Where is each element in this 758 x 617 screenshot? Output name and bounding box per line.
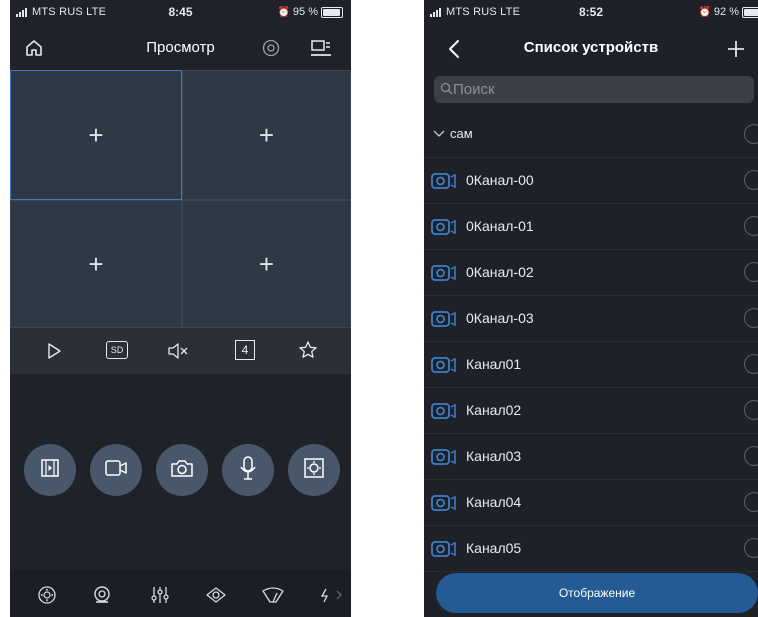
device-row[interactable]: 0Канал-02 <box>424 250 758 296</box>
more-icon[interactable] <box>316 583 346 607</box>
add-channel-label: + <box>88 120 104 150</box>
live-view-screen: MTS RUS LTE 8:45 ⏰ 95 % Просмотр + + + +… <box>10 0 351 617</box>
device-name: Канал04 <box>466 494 522 510</box>
device-list-icon[interactable] <box>308 36 334 60</box>
battery-icon <box>321 6 343 18</box>
microphone-icon <box>237 455 259 486</box>
video-cell[interactable]: + <box>182 70 351 200</box>
sd-quality-icon[interactable]: SD <box>106 341 128 359</box>
device-name: 0Канал-01 <box>466 218 534 234</box>
alarm-icon: ⏰ <box>698 6 711 18</box>
device-name: Канал02 <box>466 402 522 418</box>
nav-bar: Список устройств <box>424 26 758 70</box>
record-icon <box>103 457 129 484</box>
device-name: Канал01 <box>466 356 522 372</box>
select-radio[interactable] <box>744 400 758 420</box>
device-name: 0Канал-03 <box>466 310 534 326</box>
camera-icon <box>431 172 457 190</box>
device-name: Канал05 <box>466 540 522 556</box>
battery-indicator: ⏰ 95 % <box>277 6 343 18</box>
playback-button[interactable] <box>24 444 76 496</box>
select-radio[interactable] <box>744 216 758 236</box>
camera-icon <box>431 310 457 328</box>
device-name: Канал03 <box>466 448 522 464</box>
select-radio[interactable] <box>744 446 758 466</box>
device-group-name: сам <box>450 126 473 141</box>
camera-icon <box>431 218 457 236</box>
zoom-icon[interactable] <box>90 583 114 607</box>
camera-icon <box>431 540 457 558</box>
battery-indicator: ⏰ 92 % <box>698 6 758 18</box>
adjust-icon[interactable] <box>148 583 172 607</box>
device-row[interactable]: Канал04 <box>424 480 758 526</box>
alarm-icon: ⏰ <box>277 6 290 18</box>
device-row[interactable]: 0Канал-03 <box>424 296 758 342</box>
device-row[interactable]: 0Канал-00 <box>424 158 758 204</box>
mute-icon[interactable] <box>165 339 191 363</box>
device-list-screen: MTS RUS LTE 8:52 ⏰ 92 % Список устройств… <box>424 0 758 617</box>
record-settings-icon[interactable] <box>260 37 282 59</box>
battery-icon <box>742 6 758 18</box>
video-cell[interactable]: + <box>10 70 182 200</box>
device-row[interactable]: Канал02 <box>424 388 758 434</box>
status-bar: MTS RUS LTE 8:45 ⏰ 95 % <box>10 0 351 26</box>
device-row[interactable]: Канал03 <box>424 434 758 480</box>
play-icon[interactable] <box>42 339 66 363</box>
select-radio[interactable] <box>744 170 758 190</box>
wiper-icon[interactable] <box>260 583 286 607</box>
playback-toolbar: SD 4 <box>10 328 351 374</box>
battery-percent: 95 % <box>292 6 318 18</box>
record-button[interactable] <box>90 444 142 496</box>
select-radio[interactable] <box>744 354 758 374</box>
nav-bar: Просмотр <box>10 26 351 70</box>
snapshot-icon <box>169 457 195 484</box>
display-button[interactable]: Отображение <box>436 573 758 613</box>
select-radio[interactable] <box>744 538 758 558</box>
camera-icon <box>431 264 457 282</box>
device-row[interactable]: 0Канал-01 <box>424 204 758 250</box>
select-radio[interactable] <box>744 308 758 328</box>
search-placeholder: Поиск <box>453 81 495 98</box>
focus-icon[interactable] <box>204 583 228 607</box>
camera-icon <box>431 402 457 420</box>
device-name: 0Канал-02 <box>466 264 534 280</box>
camera-icon <box>431 448 457 466</box>
camera-icon <box>431 494 457 512</box>
ptz-button[interactable] <box>288 444 340 496</box>
talk-button[interactable] <box>222 444 274 496</box>
add-channel-label: + <box>258 249 275 279</box>
video-cell[interactable]: + <box>182 200 351 328</box>
page-title: Просмотр <box>146 39 215 56</box>
add-channel-label: + <box>258 120 275 150</box>
select-radio[interactable] <box>744 262 758 282</box>
add-channel-label: + <box>88 249 104 279</box>
search-icon <box>440 82 453 100</box>
sd-label: SD <box>110 345 124 355</box>
select-radio[interactable] <box>744 492 758 512</box>
camera-icon <box>431 356 457 374</box>
status-bar: MTS RUS LTE 8:52 ⏰ 92 % <box>424 0 758 26</box>
chevron-down-icon <box>432 128 446 140</box>
select-radio[interactable] <box>744 124 758 144</box>
ptz-icon <box>302 456 326 485</box>
video-grid: + + + + <box>10 70 351 328</box>
battery-percent: 92 % <box>713 6 739 18</box>
video-cell[interactable]: + <box>10 200 182 328</box>
device-row[interactable]: Канал05 <box>424 526 758 572</box>
add-device-icon[interactable] <box>724 38 748 60</box>
device-row[interactable]: Канал01 <box>424 342 758 388</box>
ptz-direction-icon[interactable] <box>36 584 58 606</box>
page-title: Список устройств <box>523 39 659 56</box>
favorite-star-icon[interactable] <box>296 338 320 362</box>
device-name: 0Канал-00 <box>466 172 534 188</box>
split-4-icon[interactable]: 4 <box>235 340 255 360</box>
search-input[interactable]: Поиск <box>434 76 754 103</box>
snapshot-button[interactable] <box>156 444 208 496</box>
split-label: 4 <box>241 343 249 357</box>
device-group-row[interactable]: сам <box>424 112 758 158</box>
ptz-tab-bar <box>10 570 351 617</box>
playback-icon <box>38 456 62 485</box>
